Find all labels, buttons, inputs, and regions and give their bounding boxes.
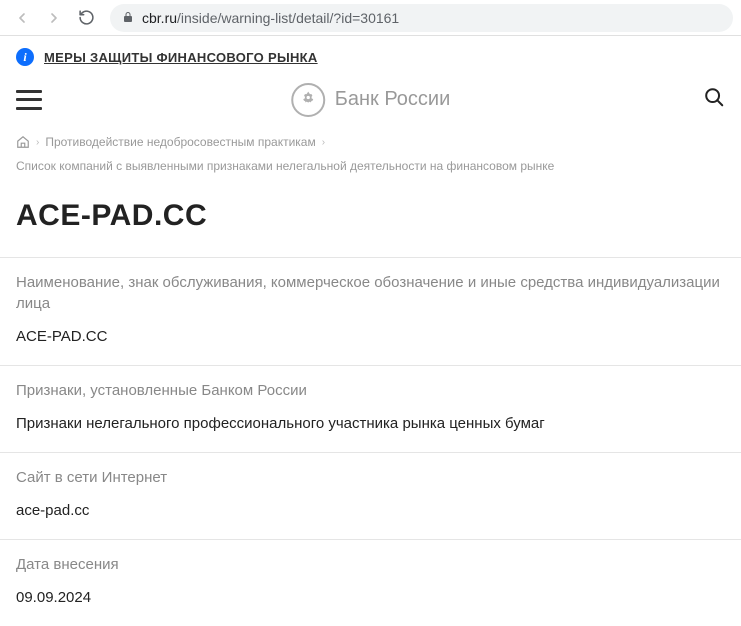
detail-label: Сайт в сети Интернет: [16, 467, 725, 488]
detail-value: ace-pad.cc: [16, 500, 725, 521]
detail-section: Признаки, установленные Банком России Пр…: [0, 365, 741, 452]
site-logo[interactable]: Банк России: [291, 83, 451, 117]
nav-reload-button[interactable]: [72, 4, 100, 32]
detail-label: Признаки, установленные Банком России: [16, 380, 725, 401]
detail-value: 09.09.2024: [16, 587, 725, 608]
nav-forward-button[interactable]: [40, 4, 68, 32]
chevron-right-icon: ›: [36, 135, 39, 150]
breadcrumb: › Противодействие недобросовестным практ…: [0, 127, 741, 187]
menu-button[interactable]: [16, 90, 42, 110]
logo-emblem-icon: [291, 83, 325, 117]
search-button[interactable]: [703, 86, 725, 113]
home-icon[interactable]: [16, 135, 30, 149]
page-title: ACE-PAD.CC: [0, 187, 741, 257]
info-banner: i МЕРЫ ЗАЩИТЫ ФИНАНСОВОГО РЫНКА: [0, 36, 741, 78]
chevron-right-icon: ›: [322, 135, 325, 150]
url-path: /inside/warning-list/detail/?id=30161: [177, 10, 399, 26]
detail-section: Дата внесения 09.09.2024: [0, 539, 741, 626]
site-name: Банк России: [335, 88, 451, 111]
detail-label: Наименование, знак обслуживания, коммерч…: [16, 272, 725, 314]
detail-value: ACE-PAD.CC: [16, 326, 725, 347]
url-domain: cbr.ru: [142, 10, 177, 26]
breadcrumb-item[interactable]: Противодействие недобросовестным практик…: [45, 133, 315, 151]
detail-section: Наименование, знак обслуживания, коммерч…: [0, 257, 741, 365]
nav-back-button[interactable]: [8, 4, 36, 32]
info-icon: i: [16, 48, 34, 66]
breadcrumb-item[interactable]: Список компаний с выявленными признаками…: [16, 157, 554, 175]
detail-value: Признаки нелегального профессионального …: [16, 413, 725, 434]
site-header: Банк России: [0, 78, 741, 127]
detail-section: Сайт в сети Интернет ace-pad.cc: [0, 452, 741, 539]
browser-toolbar: cbr.ru/inside/warning-list/detail/?id=30…: [0, 0, 741, 36]
detail-label: Дата внесения: [16, 554, 725, 575]
url-bar[interactable]: cbr.ru/inside/warning-list/detail/?id=30…: [110, 4, 733, 32]
url-text: cbr.ru/inside/warning-list/detail/?id=30…: [142, 10, 399, 26]
banner-link[interactable]: МЕРЫ ЗАЩИТЫ ФИНАНСОВОГО РЫНКА: [44, 50, 318, 65]
lock-icon: [122, 10, 134, 26]
